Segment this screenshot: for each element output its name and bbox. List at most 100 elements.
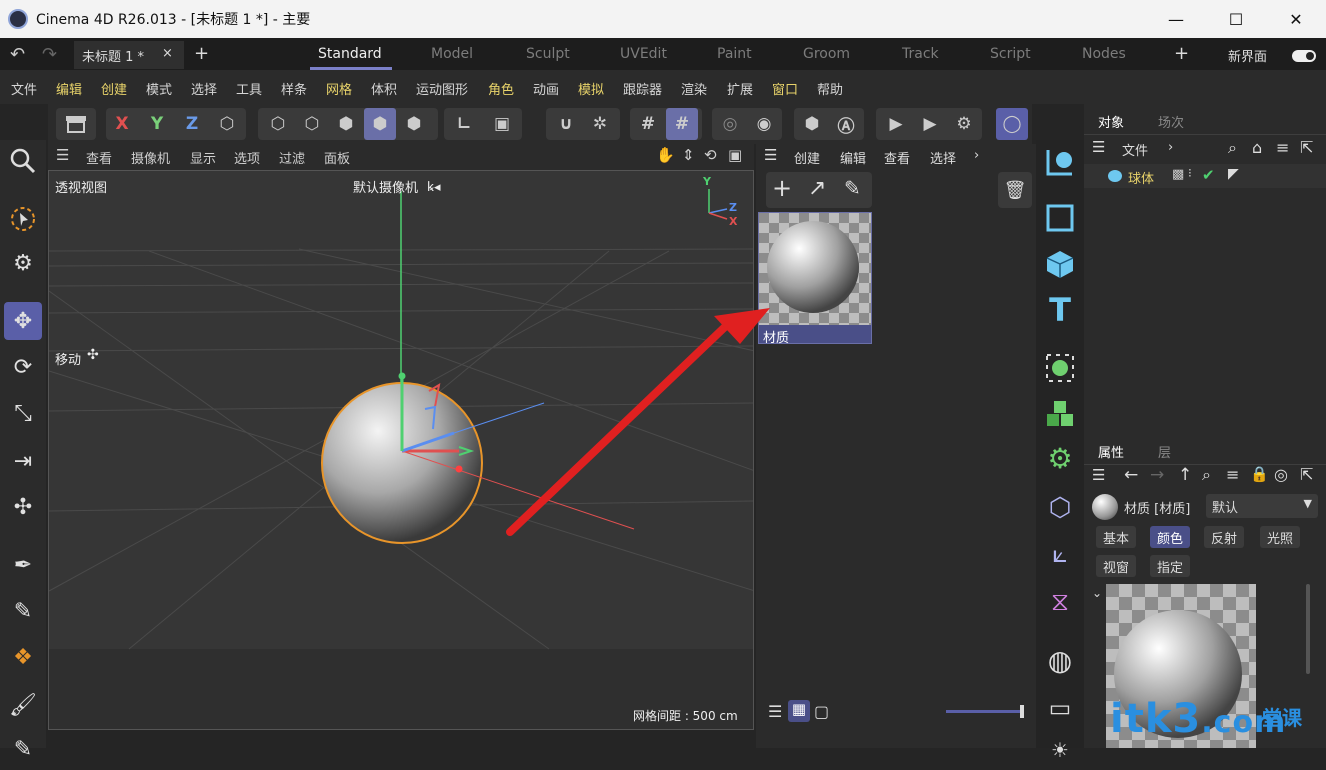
- edges-mode-icon[interactable]: ⬡: [296, 108, 328, 140]
- live-selection-icon[interactable]: [4, 200, 42, 238]
- menu-create[interactable]: 创建: [101, 79, 127, 98]
- menu-select[interactable]: 选择: [191, 79, 217, 98]
- dolly-icon[interactable]: ⇕: [682, 146, 695, 164]
- attribute-popout-icon[interactable]: ⇱: [1300, 465, 1313, 484]
- object-menu-file[interactable]: 文件: [1122, 140, 1148, 159]
- new-material-icon[interactable]: +: [772, 174, 792, 202]
- up-arrow-icon[interactable]: ↑: [1178, 465, 1192, 485]
- effector-gear-icon[interactable]: ⚙: [1040, 438, 1080, 478]
- attribute-filter-icon[interactable]: ≡: [1226, 465, 1239, 484]
- move-tool-icon[interactable]: ✥: [4, 302, 42, 340]
- layout-sculpt[interactable]: Sculpt: [526, 46, 570, 62]
- editor-visibility-icon[interactable]: ▩: [1172, 167, 1184, 182]
- preview-size-slider[interactable]: [946, 705, 1024, 718]
- viewport-menu-view[interactable]: 查看: [86, 148, 112, 167]
- menu-file[interactable]: 文件: [11, 79, 37, 98]
- transfer-tool-icon[interactable]: ⇥: [4, 442, 42, 480]
- tab-takes[interactable]: 场次: [1158, 112, 1184, 131]
- viewport-menu-options[interactable]: 选项: [234, 148, 260, 167]
- material-menu-more[interactable]: ›: [974, 148, 979, 163]
- material-menu-view[interactable]: 查看: [884, 148, 910, 167]
- selection-settings-icon[interactable]: ⚙: [4, 244, 42, 282]
- render-visibility-dots[interactable]: ⁝: [1188, 166, 1192, 180]
- object-menu-more[interactable]: ›: [1168, 140, 1173, 155]
- snap-settings-icon[interactable]: ✲: [584, 108, 616, 140]
- orbit-icon[interactable]: ⟲: [704, 146, 717, 164]
- workplane-grid-icon[interactable]: #: [632, 108, 664, 140]
- undo-icon[interactable]: ↶: [10, 44, 25, 65]
- back-arrow-icon[interactable]: ←: [1124, 465, 1138, 485]
- axis-mode-icon[interactable]: ∟: [448, 108, 480, 140]
- document-tab-close-icon[interactable]: ×: [162, 46, 173, 61]
- menu-animate[interactable]: 动画: [533, 79, 559, 98]
- minimize-button[interactable]: —: [1146, 0, 1206, 38]
- auto-key-icon[interactable]: Ⓐ: [830, 108, 862, 140]
- polygons-mode-icon[interactable]: ⬢: [330, 108, 362, 140]
- object-popout-icon[interactable]: ⇱: [1300, 138, 1313, 157]
- lock-y-axis-button[interactable]: Y: [141, 108, 173, 140]
- enabled-check-icon[interactable]: ✔: [1202, 166, 1215, 184]
- channel-viewport[interactable]: 视窗: [1096, 555, 1137, 577]
- grid-view-icon[interactable]: ▦: [788, 700, 810, 722]
- object-name[interactable]: 球体: [1128, 168, 1154, 187]
- render-picture-viewer-icon[interactable]: ▶: [914, 108, 946, 140]
- menu-character[interactable]: 角色: [488, 79, 514, 98]
- viewport-menu-filter[interactable]: 过滤: [279, 148, 305, 167]
- spline-rectangle-icon[interactable]: ✎: [4, 592, 42, 630]
- tab-objects[interactable]: 对象: [1098, 112, 1124, 131]
- axis-tool-icon[interactable]: ✣: [4, 488, 42, 526]
- channel-assignment[interactable]: 指定: [1150, 555, 1191, 577]
- new-ui-toggle[interactable]: [1292, 50, 1316, 62]
- target-icon[interactable]: ◎: [1274, 465, 1288, 484]
- generator-icon[interactable]: ⧖: [1040, 582, 1080, 622]
- new-document-icon[interactable]: +: [194, 43, 209, 64]
- lock-z-axis-button[interactable]: Z: [176, 108, 208, 140]
- symmetry-icon[interactable]: ◎: [714, 108, 746, 140]
- material-tag-icon[interactable]: ◤: [1228, 166, 1239, 182]
- layout-groom[interactable]: Groom: [803, 46, 850, 62]
- menu-spline[interactable]: 样条: [281, 79, 307, 98]
- menu-render[interactable]: 渲染: [681, 79, 707, 98]
- plane-object-icon[interactable]: [1040, 198, 1080, 238]
- deformer-icon[interactable]: ⬡: [1040, 488, 1080, 528]
- mograph-cubes-icon[interactable]: [1040, 394, 1080, 434]
- channel-illumination[interactable]: 光照: [1260, 526, 1301, 548]
- menu-help[interactable]: 帮助: [817, 79, 843, 98]
- lock-icon[interactable]: 🔒: [1250, 465, 1269, 483]
- viewport-hamburger-icon[interactable]: ☰: [56, 146, 69, 164]
- cube-cluster-icon[interactable]: ❖: [4, 638, 42, 676]
- text-object-icon[interactable]: T: [1040, 290, 1080, 330]
- spline-pen-icon[interactable]: ✒: [4, 546, 42, 584]
- delete-material-icon[interactable]: 🗑: [998, 172, 1032, 208]
- sculpt-icon[interactable]: ✎: [4, 730, 42, 768]
- menu-mode[interactable]: 模式: [146, 79, 172, 98]
- points-mode-icon[interactable]: ⬡: [262, 108, 294, 140]
- render-view-icon[interactable]: ▶: [880, 108, 912, 140]
- collapse-chevron-icon[interactable]: ⌄: [1092, 586, 1102, 600]
- attribute-search-icon[interactable]: ⌕: [1202, 465, 1211, 485]
- layout-uvedit[interactable]: UVEdit: [620, 46, 667, 62]
- scale-tool-icon[interactable]: ⤡: [4, 394, 42, 432]
- object-row-sphere[interactable]: 球体 ▩ ⁝ ✔ ◤: [1084, 164, 1326, 188]
- layout-script[interactable]: Script: [990, 46, 1031, 62]
- channel-color[interactable]: 颜色: [1150, 526, 1191, 548]
- list-view-icon[interactable]: ☰: [768, 702, 782, 721]
- light-icon[interactable]: ☀: [1040, 730, 1080, 770]
- close-button[interactable]: ✕: [1266, 0, 1326, 38]
- texture-mode-icon[interactable]: ▣: [486, 108, 518, 140]
- apply-material-icon[interactable]: ↗: [808, 176, 826, 201]
- viewport-camera-label[interactable]: 默认摄像机: [353, 177, 418, 196]
- layout-standard[interactable]: Standard: [318, 46, 382, 62]
- soft-selection-icon[interactable]: ◉: [748, 108, 780, 140]
- menu-extensions[interactable]: 扩展: [727, 79, 753, 98]
- cube-object-icon[interactable]: [1040, 244, 1080, 284]
- material-menu-select[interactable]: 选择: [930, 148, 956, 167]
- search-icon[interactable]: [4, 142, 42, 180]
- tab-attributes[interactable]: 属性: [1098, 442, 1124, 461]
- render-settings-icon[interactable]: ⚙: [948, 108, 980, 140]
- document-tab[interactable]: 未标题 1 * ×: [74, 41, 184, 69]
- scene-camera-icon[interactable]: ▭: [1040, 688, 1080, 728]
- camera-link-icon[interactable]: ꝃ◂: [427, 177, 440, 195]
- layout-paint[interactable]: Paint: [717, 46, 752, 62]
- rotate-tool-icon[interactable]: ⟳: [4, 348, 42, 386]
